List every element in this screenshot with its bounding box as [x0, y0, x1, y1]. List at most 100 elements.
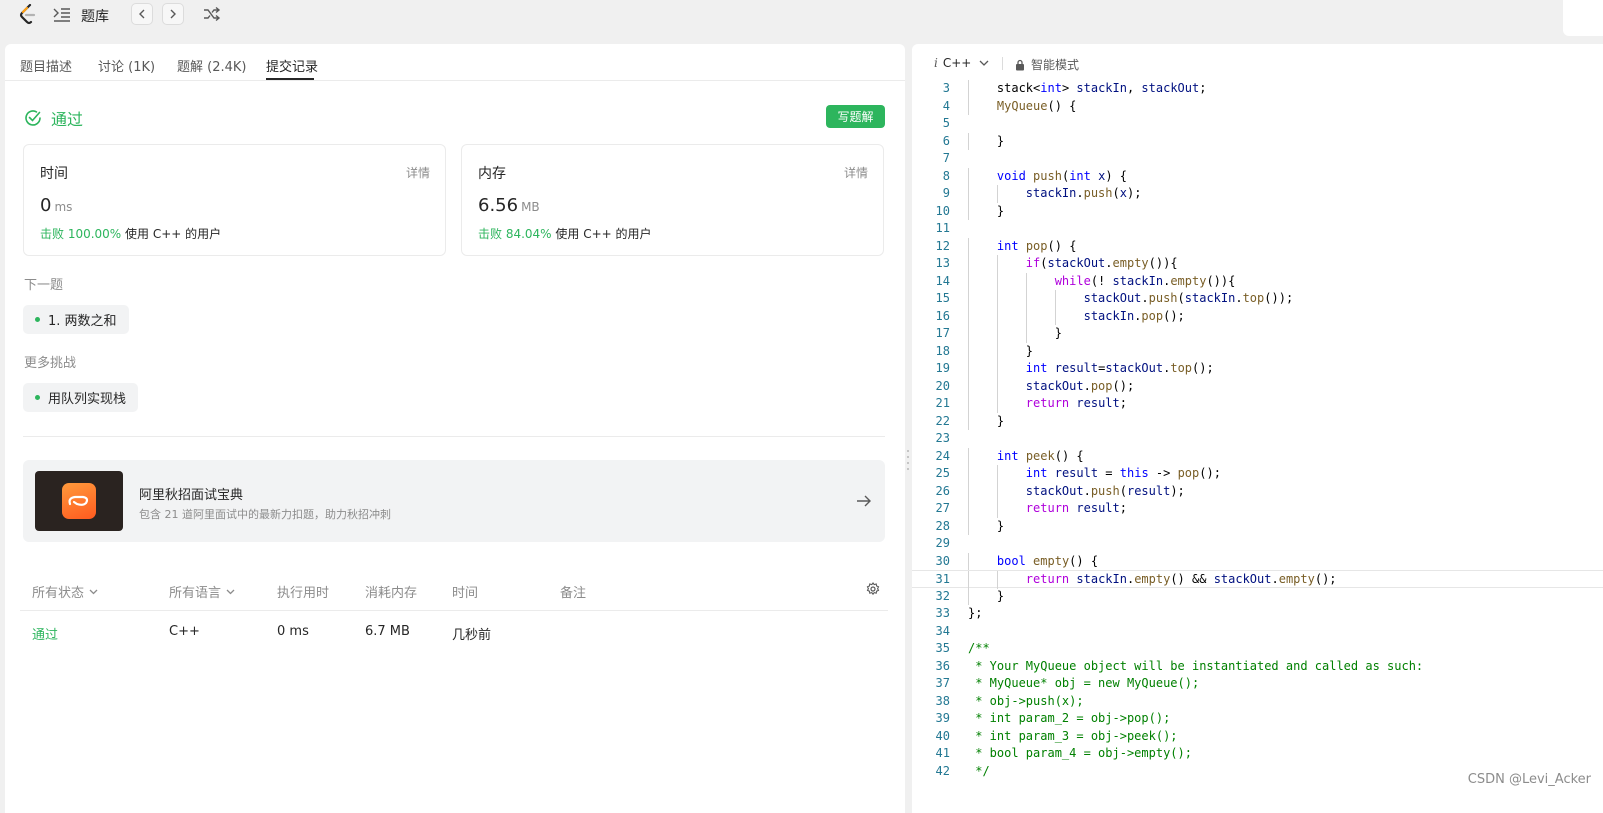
code-line[interactable]: 33}; — [912, 605, 1603, 623]
code-line[interactable]: 16 stackIn.pop(); — [912, 307, 1603, 325]
top-nav: 题库 — [0, 0, 1603, 38]
language-select[interactable]: i C++ — [934, 56, 989, 70]
memory-beat-pct: 击败 84.04% — [478, 227, 552, 241]
code-text: /** — [968, 641, 990, 655]
code-line[interactable]: 5 — [912, 115, 1603, 133]
code-line[interactable]: 10 } — [912, 202, 1603, 220]
tab-description[interactable]: 题目描述 — [20, 56, 72, 75]
code-text: } — [968, 203, 1005, 218]
code-text: } — [968, 133, 1005, 148]
code-line[interactable]: 14 while(! stackIn.empty()){ — [912, 272, 1603, 290]
code-line[interactable]: 36 * Your MyQueue object will be instant… — [912, 658, 1603, 676]
runtime-detail-link[interactable]: 详情 — [406, 164, 430, 181]
indent-guide — [968, 97, 969, 115]
code-area[interactable]: 3 stack<int> stackIn, stackOut; 4 MyQueue… — [912, 80, 1603, 813]
code-line[interactable]: 7 — [912, 150, 1603, 168]
indent-guide — [968, 482, 969, 500]
code-text: stackOut.push(stackIn.top()); — [1083, 291, 1294, 305]
code-line[interactable]: 34 — [912, 623, 1603, 641]
code-line[interactable]: 15 stackOut.push(stackIn.top()); — [912, 290, 1603, 308]
indent-guide — [968, 517, 969, 535]
indent-guide — [968, 465, 969, 483]
code-line[interactable]: 21 return result; — [912, 395, 1603, 413]
code-line[interactable]: 30 bool empty() { — [912, 552, 1603, 570]
submissions-table-header: 所有状态 所有语言 执行用时 消耗内存 时间 备注 — [20, 574, 888, 611]
code-line[interactable]: 4 MyQueue() { — [912, 97, 1603, 115]
code-line[interactable]: 18 } — [912, 342, 1603, 360]
code-line[interactable]: 37 * MyQueue* obj = new MyQueue(); — [912, 675, 1603, 693]
promo-card[interactable]: 阿里秋招面试宝典 包含 21 道阿里面试中的最新力扣题，助力秋招冲刺 — [23, 460, 885, 542]
code-line[interactable]: 22 } — [912, 412, 1603, 430]
row-status[interactable]: 通过 — [32, 624, 58, 643]
prev-problem-button[interactable] — [131, 3, 153, 25]
code-line[interactable]: 24 int peek() { — [912, 447, 1603, 465]
line-number: 30 — [935, 553, 950, 568]
code-line[interactable]: 6 } — [912, 132, 1603, 150]
code-line[interactable]: 32 } — [912, 587, 1603, 605]
line-number: 8 — [942, 168, 950, 183]
code-line[interactable]: 25 int result = this -> pop(); — [912, 465, 1603, 483]
header-runtime: 执行用时 — [277, 586, 330, 601]
code-line[interactable]: 19 int result=stackOut.top(); — [912, 360, 1603, 378]
memory-detail-link[interactable]: 详情 — [844, 164, 868, 181]
line-number: 18 — [935, 343, 950, 358]
line-number: 4 — [942, 98, 950, 113]
code-line[interactable]: 40 * int param_3 = obj->peek(); — [912, 728, 1603, 746]
next-problem-button[interactable] — [162, 3, 184, 25]
header-memory: 消耗内存 — [365, 586, 418, 601]
smart-mode-toggle[interactable]: 智能模式 — [1015, 56, 1079, 73]
code-line[interactable]: 17 } — [912, 325, 1603, 343]
code-line[interactable]: 12 int pop() { — [912, 237, 1603, 255]
line-number: 14 — [935, 273, 950, 288]
tab-discussion[interactable]: 讨论 (1K) — [98, 56, 155, 75]
alibaba-logo-icon — [62, 483, 96, 519]
panel-resize-handle[interactable] — [905, 450, 911, 470]
code-line[interactable]: 11 — [912, 220, 1603, 238]
code-text: int result = this -> pop(); — [1025, 466, 1221, 480]
line-number: 21 — [935, 396, 950, 410]
language-info-icon: i — [934, 56, 938, 70]
code-line[interactable]: 29 — [912, 535, 1603, 553]
tab-submissions[interactable]: 提交记录 — [266, 56, 318, 75]
code-line[interactable]: 39 * int param_2 = obj->pop(); — [912, 710, 1603, 728]
code-line[interactable]: 41 * bool param_4 = obj->empty(); — [912, 745, 1603, 763]
code-text: void push(int x) { — [996, 168, 1128, 183]
indent-guide — [1025, 290, 1027, 308]
runtime-beat: 击败 100.00% 使用 C++ 的用户 — [40, 225, 221, 242]
gear-icon[interactable] — [866, 582, 880, 596]
line-number: 42 — [935, 763, 950, 778]
problem-list-title[interactable]: 题库 — [81, 6, 109, 26]
table-row[interactable]: 通过 C++ 0 ms 6.7 MB 几秒前 — [20, 611, 888, 651]
code-line[interactable]: 13 if(stackOut.empty()){ — [912, 255, 1603, 273]
check-circle-icon — [25, 110, 41, 126]
filter-status[interactable]: 所有状态 — [32, 582, 98, 601]
indent-guide — [1054, 290, 1056, 308]
problem-list-icon[interactable] — [53, 7, 71, 23]
indent-guide — [968, 237, 969, 255]
write-solution-button[interactable]: 写题解 — [826, 105, 885, 128]
code-line[interactable]: 9 stackIn.push(x); — [912, 185, 1603, 203]
code-line[interactable]: 31 return stackIn.empty() && stackOut.em… — [912, 570, 1603, 589]
line-number: 28 — [935, 518, 950, 533]
code-line[interactable]: 38 * obj->push(x); — [912, 693, 1603, 711]
code-line[interactable]: 27 return result; — [912, 500, 1603, 518]
leetcode-logo-icon[interactable] — [18, 4, 38, 26]
row-time: 几秒前 — [452, 628, 492, 643]
next-problem-chip[interactable]: 1. 两数之和 — [23, 305, 129, 334]
code-line[interactable]: 35 /** — [912, 640, 1603, 658]
tab-solutions[interactable]: 题解 (2.4K) — [177, 56, 246, 75]
code-line[interactable]: 3 stack<int> stackIn, stackOut; — [912, 80, 1603, 98]
code-line[interactable]: 20 stackOut.pop(); — [912, 377, 1603, 395]
indent-guide — [968, 447, 969, 465]
code-line[interactable]: 23 — [912, 430, 1603, 448]
filter-language[interactable]: 所有语言 — [169, 582, 235, 601]
runtime-unit: ms — [54, 200, 73, 214]
code-line[interactable]: 26 stackOut.push(result); — [912, 482, 1603, 500]
line-number: 23 — [935, 431, 950, 445]
code-line[interactable]: 8 void push(int x) { — [912, 167, 1603, 185]
code-line[interactable]: 28 } — [912, 517, 1603, 535]
runtime-card: 时间 详情 0 ms 击败 100.00% 使用 C++ 的用户 — [23, 144, 446, 256]
more-challenge-chip[interactable]: 用队列实现栈 — [23, 383, 139, 412]
shuffle-icon[interactable] — [203, 6, 221, 22]
line-number: 22 — [935, 413, 950, 428]
